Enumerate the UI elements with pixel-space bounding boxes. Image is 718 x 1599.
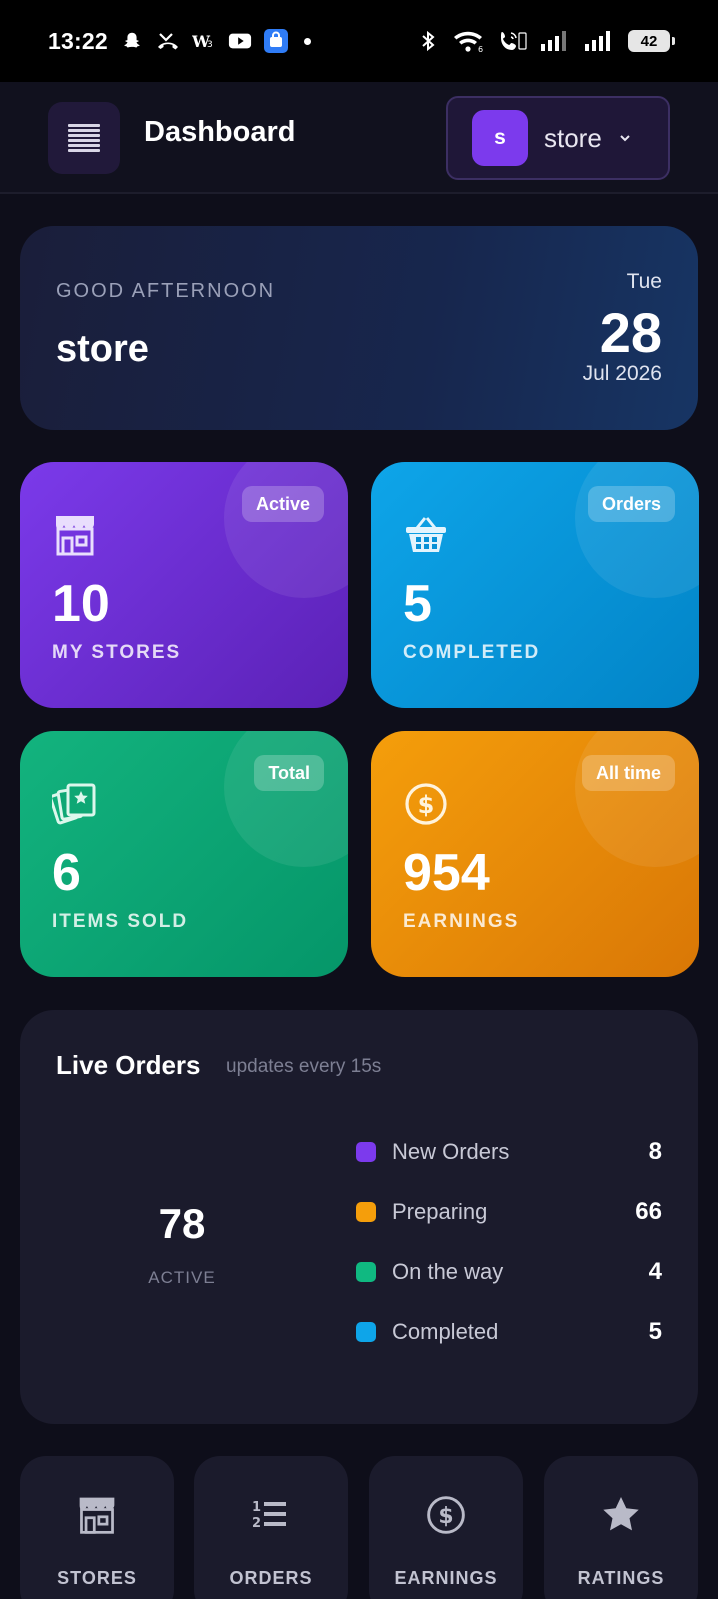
- stat-label: COMPLETED: [403, 642, 541, 663]
- status-bar-right: 6 42: [416, 29, 675, 53]
- menu-icon: [68, 124, 100, 152]
- ordered-list-icon: 12: [194, 1494, 348, 1536]
- svg-text:1: 1: [252, 1500, 261, 1515]
- quick-nav-earnings[interactable]: $ EARNINGS: [369, 1456, 523, 1599]
- dollar-icon: $: [369, 1494, 523, 1536]
- missed-call-icon: [156, 29, 180, 53]
- status-badge: Orders: [587, 486, 675, 522]
- status-badge: All time: [581, 755, 675, 791]
- active-orders-label: ACTIVE: [148, 1268, 216, 1287]
- quick-nav-ratings[interactable]: RATINGS: [544, 1456, 698, 1599]
- date-weekday: Tue: [626, 270, 662, 293]
- cards-icon: [49, 781, 98, 827]
- greeting-label: GOOD AFTERNOON: [56, 280, 276, 302]
- status-bar: 13:22 W3 6 42: [0, 0, 718, 82]
- legend-value: 66: [635, 1198, 662, 1225]
- quick-nav-orders[interactable]: 12 ORDERS: [194, 1456, 348, 1599]
- youtube-icon: [228, 29, 252, 53]
- legend-label: New Orders: [392, 1139, 510, 1164]
- store-icon: [52, 512, 98, 558]
- legend-item-completed: Completed 5: [356, 1302, 662, 1362]
- legend-value: 4: [648, 1258, 662, 1285]
- dollar-icon: $: [403, 781, 449, 827]
- signal-icon: [540, 29, 572, 53]
- live-orders-subtitle: updates every 15s: [226, 1056, 382, 1077]
- store-icon: [20, 1494, 174, 1536]
- svg-text:6: 6: [478, 45, 483, 53]
- quick-nav-stores[interactable]: STORES: [20, 1456, 174, 1599]
- live-orders-title: Live Orders: [56, 1050, 201, 1080]
- stat-card-items-sold[interactable]: Total 6 ITEMS SOLD: [20, 731, 348, 977]
- dot-icon: [303, 37, 311, 45]
- card-decoration: [575, 731, 699, 867]
- chevron-down-icon: [618, 131, 632, 145]
- svg-text:$: $: [418, 791, 435, 819]
- stat-card-earnings[interactable]: All time $ 954 EARNINGS: [371, 731, 699, 977]
- w3-icon: W3: [192, 29, 216, 53]
- stat-value: 6: [52, 844, 81, 902]
- legend-label: Completed: [392, 1319, 499, 1344]
- page-title: Dashboard: [144, 116, 296, 148]
- legend-item-on-the-way: On the way 4: [356, 1242, 662, 1302]
- legend-item-preparing: Preparing 66: [356, 1182, 662, 1242]
- bluetooth-icon: [416, 29, 440, 53]
- app-header: Dashboard s store: [0, 82, 718, 194]
- stat-label: MY STORES: [52, 642, 182, 663]
- svg-text:$: $: [438, 1504, 453, 1529]
- card-decoration: [224, 731, 348, 867]
- legend-item-new-orders: New Orders 8: [356, 1122, 662, 1182]
- stat-value: 5: [403, 575, 432, 633]
- star-icon: [544, 1494, 698, 1536]
- menu-button[interactable]: [48, 102, 120, 174]
- card-decoration: [575, 462, 699, 598]
- basket-icon: [403, 512, 449, 558]
- app-store-icon: [263, 29, 288, 53]
- volte-call-icon: [498, 29, 528, 53]
- live-orders-card: Live Orders updates every 15s 78 ACTIVE …: [20, 1010, 698, 1424]
- status-bar-left: 13:22 W3: [48, 28, 311, 55]
- store-selector-label: store: [544, 122, 602, 153]
- quick-nav-label: RATINGS: [577, 1568, 665, 1588]
- stat-card-completed[interactable]: Orders 5 COMPLETED: [371, 462, 699, 708]
- store-avatar: s: [472, 110, 528, 166]
- store-selector[interactable]: s store: [446, 96, 670, 180]
- date-day-number: 28: [599, 301, 662, 364]
- battery-indicator: 42: [628, 30, 675, 52]
- legend-value: 5: [648, 1318, 662, 1345]
- stat-value: 954: [403, 844, 490, 902]
- greeting-name: store: [56, 328, 149, 370]
- signal-icon: [584, 29, 616, 53]
- status-badge: Total: [254, 755, 324, 791]
- greeting-card: GOOD AFTERNOON store Tue 28 Jul 2026: [20, 226, 698, 430]
- status-time: 13:22: [48, 27, 108, 54]
- stat-card-my-stores[interactable]: Active 10 MY STORES: [20, 462, 348, 708]
- date-month-year: Jul 2026: [582, 362, 662, 385]
- active-orders-total: 78: [158, 1200, 206, 1247]
- card-decoration: [224, 462, 348, 598]
- wifi-icon: 6: [452, 29, 486, 53]
- status-badge: Active: [241, 486, 324, 522]
- quick-nav-label: ORDERS: [229, 1568, 313, 1588]
- stat-label: EARNINGS: [403, 911, 520, 932]
- stat-label: ITEMS SOLD: [52, 911, 189, 932]
- legend-swatch: [356, 1322, 376, 1342]
- legend-value: 8: [648, 1138, 662, 1165]
- legend-label: On the way: [392, 1259, 504, 1284]
- snapchat-icon: [120, 29, 144, 53]
- svg-text:2: 2: [252, 1516, 261, 1531]
- legend-swatch: [356, 1142, 376, 1162]
- order-status-legend: New Orders 8 Preparing 66 On the way 4 C…: [356, 1122, 662, 1362]
- legend-swatch: [356, 1202, 376, 1222]
- svg-text:3: 3: [207, 40, 213, 50]
- quick-nav-label: STORES: [57, 1568, 137, 1588]
- legend-label: Preparing: [392, 1199, 488, 1224]
- quick-nav-label: EARNINGS: [394, 1568, 498, 1588]
- stat-value: 10: [52, 575, 110, 633]
- legend-swatch: [356, 1262, 376, 1282]
